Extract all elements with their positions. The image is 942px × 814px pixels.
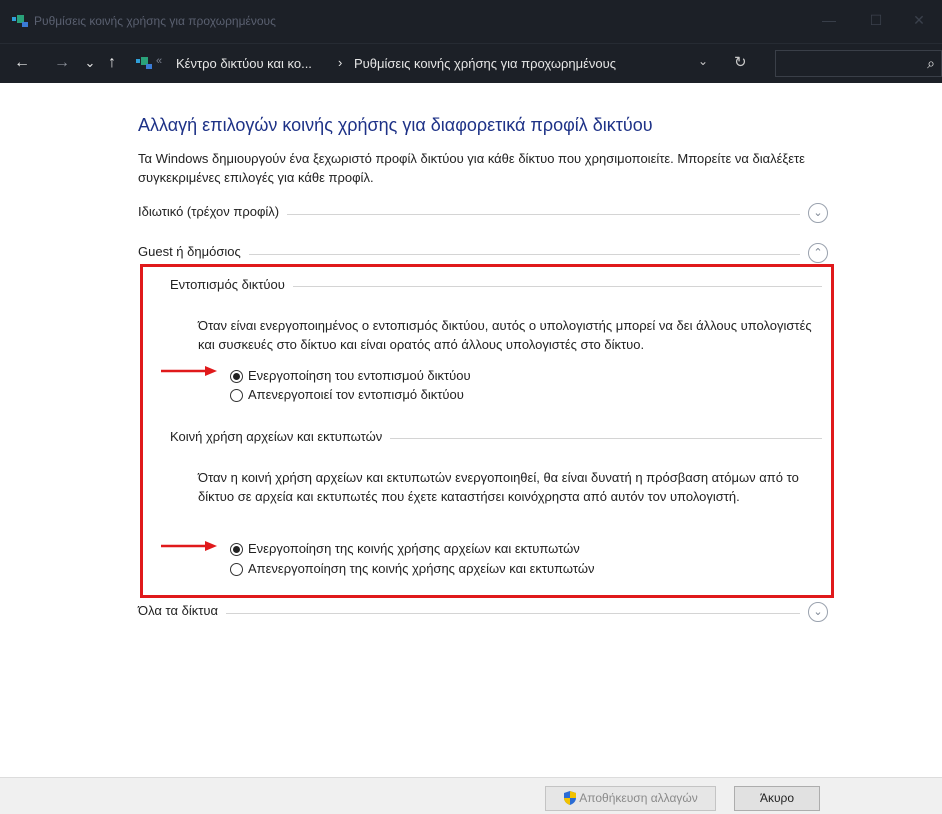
collapse-guest-icon[interactable]: ⌃ xyxy=(808,243,828,263)
red-arrow-icon xyxy=(161,366,217,376)
title-bar: Ρυθμίσεις κοινής χρήσης για προχωρημένου… xyxy=(0,0,942,43)
profile-private-label: Ιδιωτικό (τρέχον προφίλ) xyxy=(138,204,288,219)
page-description: Τα Windows δημιουργούν ένα ξεχωριστό προ… xyxy=(138,151,805,185)
red-arrow-icon xyxy=(161,541,217,551)
breadcrumb-overflow-icon[interactable]: « xyxy=(156,55,162,67)
file-sharing-off-label[interactable]: Απενεργοποίηση της κοινής χρήσης αρχείων… xyxy=(248,561,595,576)
save-changes-button[interactable]: Αποθήκευση αλλαγών xyxy=(545,786,716,811)
main-content: Αλλαγή επιλογών κοινής χρήσης για διαφορ… xyxy=(8,83,942,777)
dialog-footer: Αποθήκευση αλλαγών Άκυρο xyxy=(0,777,942,814)
profile-all-networks[interactable]: Όλα τα δίκτυα ⌄ xyxy=(138,602,828,623)
forward-button[interactable]: → xyxy=(52,51,72,75)
file-sharing-on-radio[interactable] xyxy=(230,543,243,556)
profile-guest[interactable]: Guest ή δημόσιος ⌃ xyxy=(138,243,828,264)
refresh-icon[interactable]: ↻ xyxy=(734,53,747,71)
network-discovery-title: Εντοπισμός δικτύου xyxy=(170,277,293,292)
up-button[interactable]: ↑ xyxy=(104,51,120,75)
breadcrumb-advanced-sharing[interactable]: Ρυθμίσεις κοινής χρήσης για προχωρημένου… xyxy=(354,56,616,71)
chevron-right-icon[interactable]: › xyxy=(338,55,342,70)
back-button[interactable]: ← xyxy=(12,51,32,75)
page-title: Αλλαγή επιλογών κοινής χρήσης για διαφορ… xyxy=(138,115,653,135)
expand-private-icon[interactable]: ⌄ xyxy=(808,203,828,223)
maximize-button[interactable]: ☐ xyxy=(864,10,888,30)
file-sharing-on-label[interactable]: Ενεργοποίηση της κοινής χρήσης αρχείων κ… xyxy=(248,541,580,556)
address-bar: ← → ⌄ ↑ « Κέντρο δικτύου και κο... › Ρυθ… xyxy=(0,43,942,83)
cancel-button[interactable]: Άκυρο xyxy=(734,786,820,811)
network-discovery-on-label[interactable]: Ενεργοποίηση του εντοπισμού δικτύου xyxy=(248,368,471,383)
address-dropdown-icon[interactable]: ⌄ xyxy=(698,54,708,68)
file-sharing-description: Όταν η κοινή χρήση αρχείων και εκτυπωτών… xyxy=(198,470,799,504)
profile-private[interactable]: Ιδιωτικό (τρέχον προφίλ) ⌄ xyxy=(138,203,828,224)
breadcrumb-network-center[interactable]: Κέντρο δικτύου και κο... xyxy=(176,56,312,71)
network-discovery-off-radio[interactable] xyxy=(230,389,243,402)
network-discovery-header: Εντοπισμός δικτύου xyxy=(170,277,822,295)
file-sharing-off-radio[interactable] xyxy=(230,563,243,576)
search-input[interactable]: ⌕ xyxy=(775,50,942,77)
uac-shield-icon xyxy=(564,791,577,805)
address-field[interactable]: « Κέντρο δικτύου και κο... › Ρυθμίσεις κ… xyxy=(124,50,770,77)
search-icon[interactable]: ⌕ xyxy=(927,55,935,72)
network-discovery-off-label[interactable]: Απενεργοποιεί τον εντοπισμό δικτύου xyxy=(248,387,464,402)
network-icon xyxy=(12,15,28,27)
file-sharing-header: Κοινή χρήση αρχείων και εκτυπωτών xyxy=(170,429,822,447)
expand-all-icon[interactable]: ⌄ xyxy=(808,602,828,622)
file-sharing-title: Κοινή χρήση αρχείων και εκτυπωτών xyxy=(170,429,391,444)
network-discovery-on-radio[interactable] xyxy=(230,370,243,383)
close-button[interactable]: ✕ xyxy=(907,10,931,30)
minimize-button[interactable]: — xyxy=(817,10,841,30)
control-panel-window: Ρυθμίσεις κοινής χρήσης για προχωρημένου… xyxy=(0,0,942,814)
network-discovery-description: Όταν είναι ενεργοποιημένος ο εντοπισμός … xyxy=(198,318,812,352)
save-changes-label: Αποθήκευση αλλαγών xyxy=(579,791,698,805)
profile-guest-label: Guest ή δημόσιος xyxy=(138,244,249,259)
profile-all-label: Όλα τα δίκτυα xyxy=(138,603,226,618)
divider xyxy=(138,613,800,614)
recent-locations-button[interactable]: ⌄ xyxy=(82,51,98,75)
window-title: Ρυθμίσεις κοινής χρήσης για προχωρημένου… xyxy=(34,14,276,28)
network-icon xyxy=(136,57,152,69)
